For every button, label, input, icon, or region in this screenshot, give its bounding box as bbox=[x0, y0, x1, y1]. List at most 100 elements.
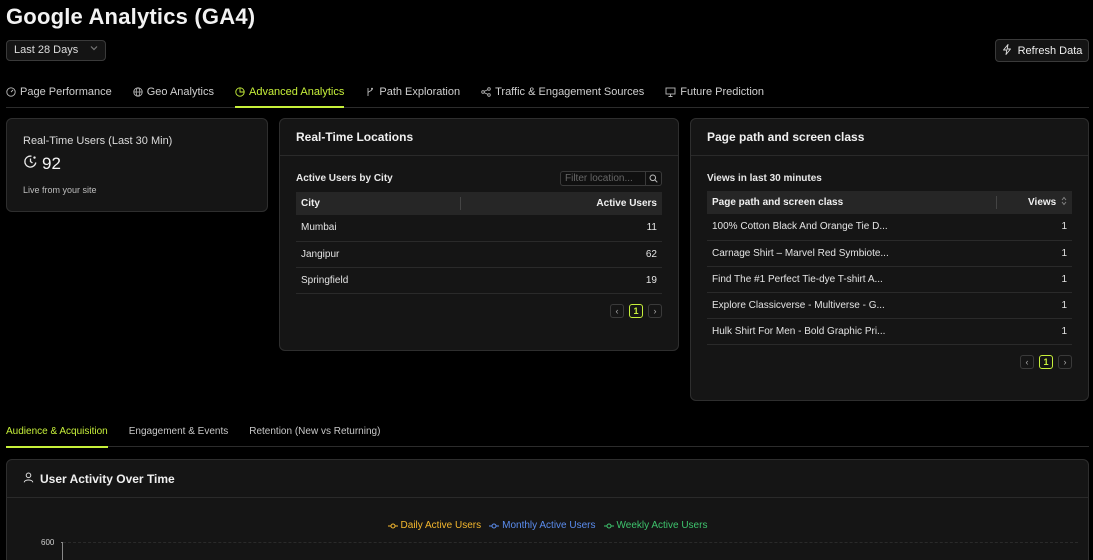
pagination: ‹ 1 › bbox=[296, 303, 662, 318]
column-header-views[interactable]: Views bbox=[996, 191, 1072, 214]
y-axis-tick-label: 600 bbox=[41, 538, 55, 547]
views-cell: 1 bbox=[996, 318, 1072, 345]
column-header-active-users[interactable]: Active Users bbox=[459, 192, 662, 215]
tab-path-exploration[interactable]: Path Exploration bbox=[365, 83, 460, 107]
table-row: Mumbai 11 bbox=[296, 215, 662, 242]
page-number-button[interactable]: 1 bbox=[629, 303, 643, 318]
page-path-cell: Hulk Shirt For Men - Bold Graphic Pri... bbox=[707, 318, 997, 345]
realtime-users-value: 92 bbox=[42, 154, 61, 173]
active-users-cell: 19 bbox=[459, 267, 662, 294]
legend-label-weekly: Weekly Active Users bbox=[616, 520, 708, 531]
legend-label-monthly: Monthly Active Users bbox=[502, 520, 596, 531]
legend-marker-monthly bbox=[489, 523, 500, 528]
views-last-30-min-label: Views in last 30 minutes bbox=[707, 173, 822, 184]
chart-legend: Daily Active Users Monthly Active Users … bbox=[7, 520, 1088, 531]
refresh-data-button[interactable]: Refresh Data bbox=[995, 39, 1089, 62]
tab-label: Traffic & Engagement Sources bbox=[495, 86, 645, 98]
locations-table: City Active Users Mumbai 11 Jangipur 62 … bbox=[296, 192, 662, 294]
legend-marker-weekly bbox=[603, 523, 614, 528]
user-activity-title: User Activity Over Time bbox=[40, 471, 175, 486]
tab-label: Geo Analytics bbox=[146, 86, 214, 98]
pie-icon bbox=[235, 86, 245, 100]
legend-item-daily[interactable]: Daily Active Users bbox=[387, 520, 482, 531]
share-icon bbox=[481, 86, 491, 100]
page-path-card: Page path and screen class Views in last… bbox=[690, 118, 1089, 401]
views-cell: 1 bbox=[996, 240, 1072, 267]
views-cell: 1 bbox=[996, 266, 1072, 293]
chevron-left-icon[interactable]: ‹ bbox=[610, 303, 624, 318]
presentation-icon bbox=[665, 86, 676, 100]
card-title: Page path and screen class bbox=[691, 119, 1088, 156]
search-icon[interactable] bbox=[646, 171, 662, 186]
legend-marker-daily bbox=[387, 523, 398, 528]
date-range-value: Last 28 Days bbox=[14, 44, 79, 56]
legend-item-monthly[interactable]: Monthly Active Users bbox=[489, 520, 596, 531]
views-cell: 1 bbox=[996, 214, 1072, 241]
page-title: Google Analytics (GA4) bbox=[6, 4, 256, 29]
tab-engagement-events[interactable]: Engagement & Events bbox=[129, 424, 229, 447]
lightning-icon bbox=[1002, 43, 1012, 58]
branch-icon bbox=[365, 86, 375, 100]
tab-traffic-engagement[interactable]: Traffic & Engagement Sources bbox=[481, 83, 644, 107]
chevron-right-icon[interactable]: › bbox=[648, 303, 662, 318]
table-row: Find The #1 Perfect Tie-dye T-shirt A...… bbox=[707, 266, 1072, 293]
date-range-select[interactable]: Last 28 Days bbox=[6, 40, 106, 61]
column-header-page-path[interactable]: Page path and screen class bbox=[707, 191, 997, 214]
city-cell: Springfield bbox=[296, 267, 460, 294]
table-row: Carnage Shirt – Marvel Red Symbiote... 1 bbox=[707, 240, 1072, 267]
chevron-down-icon bbox=[90, 44, 98, 54]
legend-label-daily: Daily Active Users bbox=[400, 520, 482, 531]
user-activity-header: User Activity Over Time bbox=[7, 460, 1088, 498]
realtime-users-label: Real-Time Users (Last 30 Min) bbox=[23, 135, 173, 147]
chevron-right-icon[interactable]: › bbox=[1058, 354, 1072, 369]
page-path-cell: Find The #1 Perfect Tie-dye T-shirt A... bbox=[707, 266, 997, 293]
refresh-data-label: Refresh Data bbox=[1017, 44, 1083, 57]
city-cell: Mumbai bbox=[296, 215, 460, 242]
tab-page-performance[interactable]: Page Performance bbox=[6, 83, 112, 107]
table-row: Jangipur 62 bbox=[296, 241, 662, 268]
tab-label: Advanced Analytics bbox=[248, 86, 345, 98]
table-row: Springfield 19 bbox=[296, 267, 662, 294]
page-path-cell: 100% Cotton Black And Orange Tie D... bbox=[707, 214, 997, 241]
realtime-users-card: Real-Time Users (Last 30 Min) 92 Live fr… bbox=[6, 118, 268, 212]
views-cell: 1 bbox=[996, 292, 1072, 319]
pagination: ‹ 1 › bbox=[707, 354, 1072, 369]
card-title: Real-Time Locations bbox=[280, 119, 678, 156]
table-row: Hulk Shirt For Men - Bold Graphic Pri...… bbox=[707, 318, 1072, 345]
realtime-locations-card: Real-Time Locations Active Users by City… bbox=[279, 118, 679, 351]
active-users-cell: 11 bbox=[459, 215, 662, 242]
tab-retention[interactable]: Retention (New vs Returning) bbox=[249, 424, 380, 447]
active-users-by-city-label: Active Users by City bbox=[296, 173, 393, 184]
tab-label: Path Exploration bbox=[379, 86, 461, 98]
page-path-cell: Explore Classicverse - Multiverse - G... bbox=[707, 292, 997, 319]
user-activity-card: User Activity Over Time Daily Active Use… bbox=[6, 459, 1089, 560]
clock-activity-icon bbox=[23, 154, 38, 174]
tab-geo-analytics[interactable]: Geo Analytics bbox=[133, 83, 214, 107]
views-header-label: Views bbox=[1028, 197, 1057, 209]
globe-icon bbox=[133, 86, 143, 100]
gauge-icon bbox=[6, 86, 16, 100]
tab-future-prediction[interactable]: Future Prediction bbox=[665, 83, 764, 107]
sort-icon bbox=[1061, 196, 1067, 209]
grid-line bbox=[63, 542, 1078, 543]
legend-item-weekly[interactable]: Weekly Active Users bbox=[603, 520, 708, 531]
tab-label: Future Prediction bbox=[680, 86, 765, 98]
tab-audience-acquisition[interactable]: Audience & Acquisition bbox=[6, 424, 108, 448]
table-row: 100% Cotton Black And Orange Tie D... 1 bbox=[707, 214, 1072, 241]
realtime-users-subtitle: Live from your site bbox=[23, 185, 97, 195]
user-icon bbox=[23, 472, 34, 486]
column-header-city[interactable]: City bbox=[296, 192, 460, 215]
city-cell: Jangipur bbox=[296, 241, 460, 268]
main-tabs: Page Performance Geo Analytics Advanced … bbox=[6, 83, 1089, 108]
filter-location-input[interactable] bbox=[560, 171, 646, 186]
page-number-button[interactable]: 1 bbox=[1039, 354, 1053, 369]
y-axis-line bbox=[62, 542, 63, 560]
page-path-cell: Carnage Shirt – Marvel Red Symbiote... bbox=[707, 240, 997, 267]
page-path-table: Page path and screen class Views 100% Co… bbox=[707, 191, 1072, 345]
chevron-left-icon[interactable]: ‹ bbox=[1020, 354, 1034, 369]
active-users-cell: 62 bbox=[459, 241, 662, 268]
tab-advanced-analytics[interactable]: Advanced Analytics bbox=[234, 83, 345, 108]
table-row: Explore Classicverse - Multiverse - G...… bbox=[707, 292, 1072, 319]
section-tabs: Audience & Acquisition Engagement & Even… bbox=[6, 424, 1089, 448]
tab-label: Page Performance bbox=[20, 86, 112, 98]
